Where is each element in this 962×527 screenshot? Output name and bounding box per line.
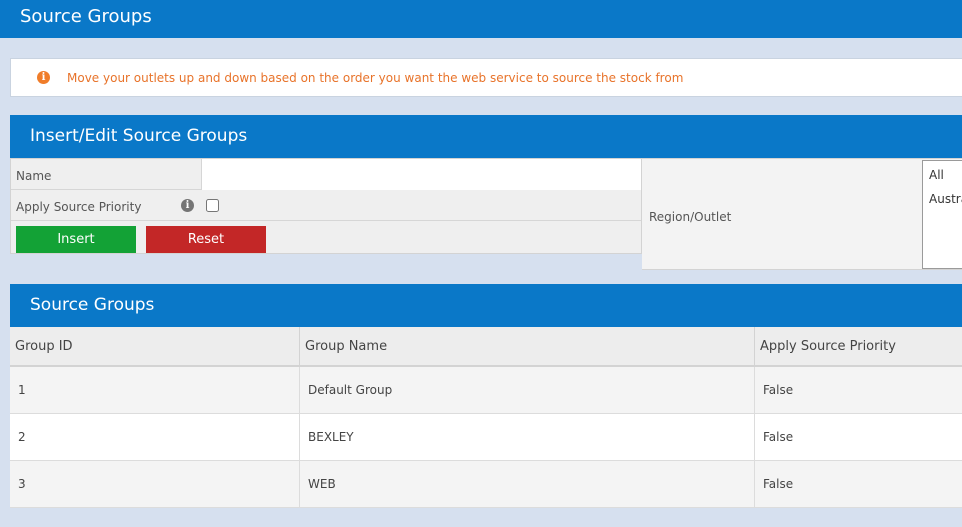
table-row[interactable]: 1 Default Group False xyxy=(10,367,962,414)
col-apply-source-priority[interactable]: Apply Source Priority xyxy=(755,327,962,365)
table-row[interactable]: 2 BEXLEY False xyxy=(10,414,962,461)
name-row: Name xyxy=(11,159,641,190)
region-outlet-listbox[interactable]: All Austra xyxy=(922,160,962,269)
cell-group-name: WEB xyxy=(300,461,755,507)
cell-group-id: 3 xyxy=(10,461,300,507)
insert-edit-header: Insert/Edit Source Groups xyxy=(10,115,962,158)
info-icon[interactable]: i xyxy=(181,199,194,212)
page-header: Source Groups xyxy=(0,0,962,38)
cell-group-name: BEXLEY xyxy=(300,414,755,460)
insert-edit-title: Insert/Edit Source Groups xyxy=(30,126,248,146)
name-field-wrapper xyxy=(201,159,641,190)
source-groups-header: Source Groups xyxy=(10,284,962,327)
priority-label: Apply Source Priority xyxy=(16,200,142,214)
reset-button[interactable]: Reset xyxy=(146,226,266,253)
col-group-id[interactable]: Group ID xyxy=(10,327,300,365)
name-label: Name xyxy=(16,169,52,183)
cell-group-id: 2 xyxy=(10,414,300,460)
cell-apply-priority: False xyxy=(763,383,794,397)
table-header: Group ID Group Name Apply Source Priorit… xyxy=(10,327,962,367)
cell-group-id: 1 xyxy=(10,367,300,413)
source-groups-title: Source Groups xyxy=(30,295,155,315)
region-option-australia[interactable]: Austra xyxy=(929,192,962,206)
notice-text: Move your outlets up and down based on t… xyxy=(67,71,684,85)
region-option-all[interactable]: All xyxy=(929,168,944,182)
info-notice: i Move your outlets up and down based on… xyxy=(10,58,962,97)
page-title: Source Groups xyxy=(20,6,152,27)
table-row[interactable]: 3 WEB False xyxy=(10,461,962,508)
insert-button[interactable]: Insert xyxy=(16,226,136,253)
cell-apply-priority: False xyxy=(763,477,794,491)
col-group-name[interactable]: Group Name xyxy=(300,327,755,365)
priority-field-wrapper xyxy=(201,190,641,221)
source-group-form: Name Apply Source Priority i Insert Rese… xyxy=(10,158,642,254)
priority-row: Apply Source Priority i xyxy=(11,190,641,221)
source-groups-table: Group ID Group Name Apply Source Priorit… xyxy=(10,327,962,508)
apply-source-priority-checkbox[interactable] xyxy=(206,199,219,212)
name-input[interactable] xyxy=(202,159,641,190)
cell-group-name: Default Group xyxy=(300,367,755,413)
info-icon: i xyxy=(37,71,50,84)
region-outlet-section: Region/Outlet All Austra xyxy=(642,158,962,270)
region-outlet-label: Region/Outlet xyxy=(649,210,732,224)
cell-apply-priority: False xyxy=(763,430,794,444)
